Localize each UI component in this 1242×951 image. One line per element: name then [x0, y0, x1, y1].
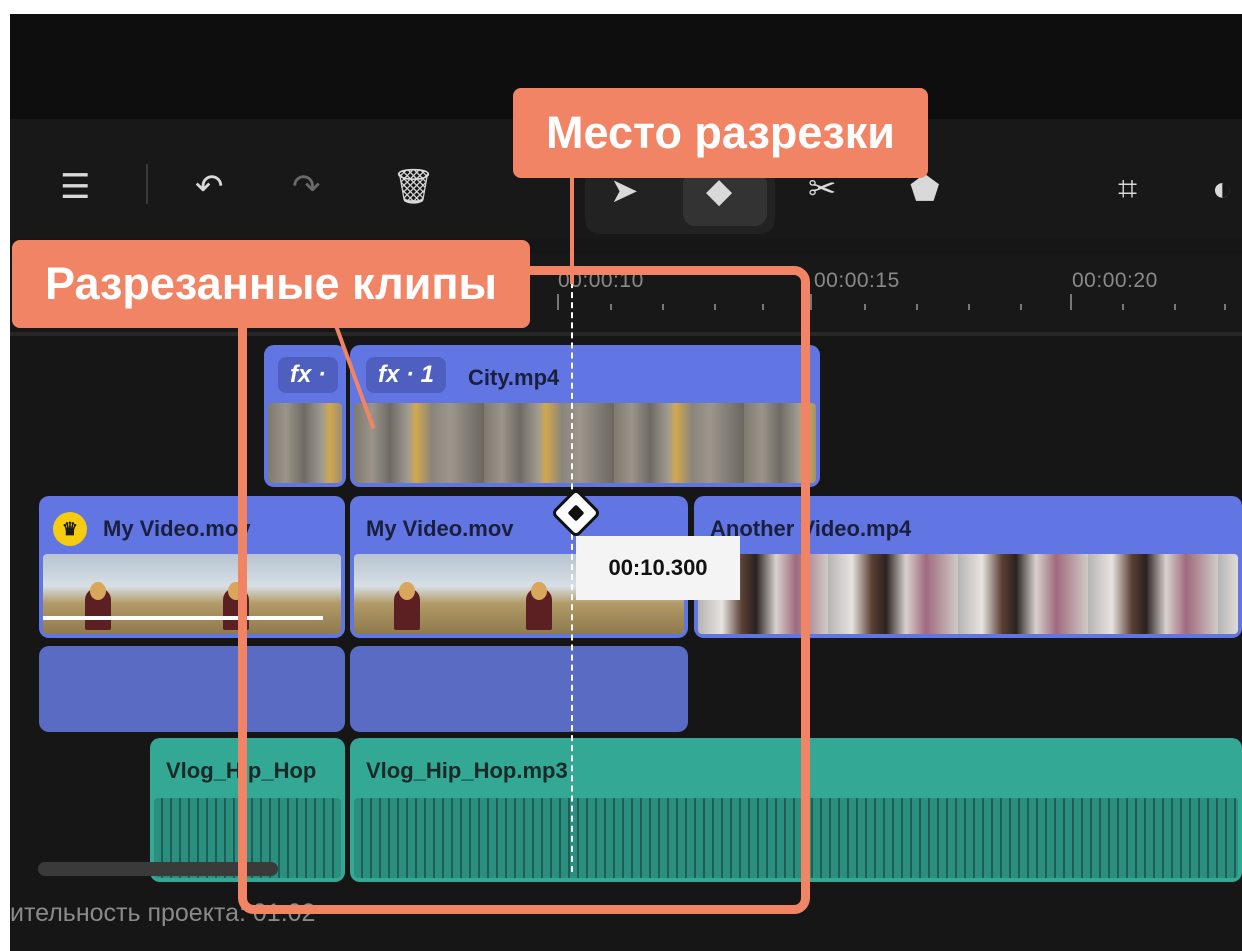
- add-track-icon[interactable]: ☰: [60, 170, 90, 204]
- pointer-tool-icon[interactable]: ➤: [610, 174, 639, 208]
- ruler-tick: [916, 304, 918, 310]
- blade-tool-icon[interactable]: ◆: [706, 174, 732, 208]
- delete-icon[interactable]: 🗑: [392, 170, 435, 204]
- ruler-tick: [1070, 294, 1072, 310]
- person-head: [90, 582, 106, 600]
- crown-icon: ♛: [53, 512, 87, 546]
- ruler-tick: [864, 304, 866, 310]
- callout-cut-place: Место разрезки: [513, 88, 928, 178]
- ruler-tick: [1020, 304, 1022, 310]
- callout-pointer-cut-place: [570, 176, 574, 284]
- ruler-label-15: 00:00:15: [814, 269, 900, 292]
- toolbar-divider: [146, 164, 148, 204]
- ruler-tick: [810, 294, 812, 310]
- ruler-tick: [1224, 304, 1226, 310]
- ruler-label-20: 00:00:20: [1072, 269, 1158, 292]
- callout-cut-clips: Разрезанные клипы: [12, 240, 530, 328]
- ruler-tick: [968, 304, 970, 310]
- rotate-icon[interactable]: ◐: [1212, 172, 1233, 206]
- cut-clips-highlight: [238, 266, 810, 914]
- redo-icon[interactable]: ↷: [292, 170, 321, 204]
- ruler-tick: [1122, 304, 1124, 310]
- undo-icon[interactable]: ↶: [195, 170, 224, 204]
- crop-icon[interactable]: ⌗: [1118, 172, 1137, 206]
- ruler-tick: [1174, 304, 1176, 310]
- clip-name: My Video.mov: [103, 516, 251, 541]
